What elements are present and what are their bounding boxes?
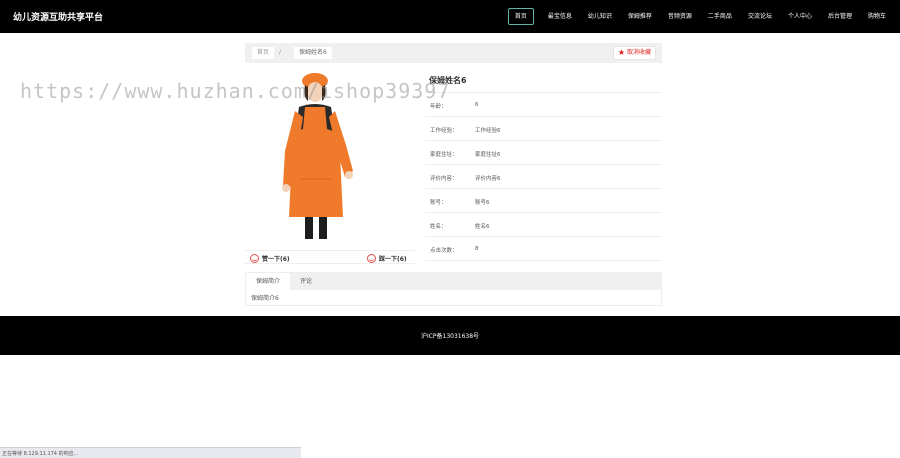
detail-value: 评价内容6 bbox=[475, 176, 501, 182]
detail-title: 保姆姓名6 bbox=[425, 73, 662, 93]
like-label: 赞一下(6) bbox=[262, 255, 290, 263]
detail-label: 账号： bbox=[430, 200, 447, 206]
detail-value: 姓名6 bbox=[475, 224, 490, 230]
nav-item-profile[interactable]: 个人中心 bbox=[780, 8, 820, 25]
detail-tabs: 保姆简介 评论 保姆简介6 bbox=[245, 272, 662, 306]
breadcrumb-current: 保姆姓名6 bbox=[294, 47, 332, 59]
like-button[interactable]: 赞一下(6) bbox=[250, 253, 290, 263]
smile-icon bbox=[250, 253, 259, 263]
detail-panel: 保姆姓名6 年龄： 6 工作经验： 工作经验6 家庭住址： 家庭住址6 评价内容… bbox=[425, 73, 662, 261]
detail-value: 工作经验6 bbox=[475, 128, 501, 134]
cancel-favorite-button[interactable]: ★ 取消收藏 bbox=[612, 46, 656, 60]
status-text: 正在等待 8.129.11.174 的响应... bbox=[2, 451, 79, 457]
tab-comments[interactable]: 评论 bbox=[290, 273, 322, 290]
nav-item-home[interactable]: 首页 bbox=[507, 8, 534, 25]
detail-value: 8 bbox=[475, 246, 479, 252]
detail-label: 年龄： bbox=[430, 104, 447, 110]
star-icon: ★ bbox=[617, 48, 625, 57]
detail-value: 6 bbox=[475, 102, 479, 108]
detail-row: 评价内容： 评价内容6 bbox=[425, 165, 662, 189]
detail-label: 姓名： bbox=[430, 224, 447, 230]
breadcrumb: 首页 / 保姆姓名6 ★ 取消收藏 bbox=[245, 43, 662, 63]
nav-item-nanny[interactable]: 保姆推荐 bbox=[620, 8, 660, 25]
tab-content: 保姆简介6 bbox=[251, 295, 279, 302]
nanny-illustration bbox=[245, 67, 415, 245]
nav-item-audio[interactable]: 音频资源 bbox=[660, 8, 700, 25]
nav-item-knowledge[interactable]: 幼儿知识 bbox=[580, 8, 620, 25]
detail-label: 家庭住址： bbox=[430, 152, 458, 158]
icp-text: 沪ICP备13031638号 bbox=[420, 333, 480, 340]
main-nav: 首页 最宝信息 幼儿知识 保姆推荐 音频资源 二手商品 交流论坛 个人中心 后台… bbox=[507, 8, 894, 25]
nanny-photo bbox=[245, 67, 415, 245]
smile-icon bbox=[367, 253, 376, 263]
breadcrumb-separator: / bbox=[279, 49, 282, 56]
detail-row: 姓名： 姓名6 bbox=[425, 213, 662, 237]
footer: 沪ICP备13031638号 bbox=[0, 316, 900, 355]
top-navbar: 幼儿资源互助共享平台 首页 最宝信息 幼儿知识 保姆推荐 音频资源 二手商品 交… bbox=[0, 0, 900, 33]
tab-intro[interactable]: 保姆简介 bbox=[246, 273, 291, 290]
detail-value: 家庭住址6 bbox=[475, 152, 501, 158]
nav-item-info[interactable]: 最宝信息 bbox=[540, 8, 580, 25]
detail-row: 家庭住址： 家庭住址6 bbox=[425, 141, 662, 165]
detail-row: 账号： 账号6 bbox=[425, 189, 662, 213]
dislike-label: 踩一下(6) bbox=[379, 255, 407, 263]
breadcrumb-home[interactable]: 首页 bbox=[252, 47, 275, 59]
detail-row: 点击次数： 8 bbox=[425, 237, 662, 261]
browser-status-bar: 正在等待 8.129.11.174 的响应... bbox=[0, 447, 301, 458]
detail-label: 点击次数： bbox=[430, 248, 458, 254]
detail-label: 工作经验： bbox=[430, 128, 458, 134]
vote-bar: 赞一下(6) 踩一下(6) bbox=[245, 250, 415, 264]
dislike-button[interactable]: 踩一下(6) bbox=[367, 253, 407, 263]
site-title[interactable]: 幼儿资源互助共享平台 bbox=[13, 10, 103, 23]
detail-label: 评价内容： bbox=[430, 176, 458, 182]
cancel-favorite-label: 取消收藏 bbox=[626, 49, 651, 56]
nav-item-cart[interactable]: 购物车 bbox=[860, 8, 894, 25]
detail-value: 账号6 bbox=[475, 200, 490, 206]
tabs-header: 保姆简介 评论 bbox=[246, 273, 661, 290]
nav-item-forum[interactable]: 交流论坛 bbox=[740, 8, 780, 25]
detail-row: 年龄： 6 bbox=[425, 93, 662, 117]
nav-item-secondhand[interactable]: 二手商品 bbox=[700, 8, 740, 25]
nav-item-admin[interactable]: 后台管理 bbox=[820, 8, 860, 25]
detail-row: 工作经验： 工作经验6 bbox=[425, 117, 662, 141]
